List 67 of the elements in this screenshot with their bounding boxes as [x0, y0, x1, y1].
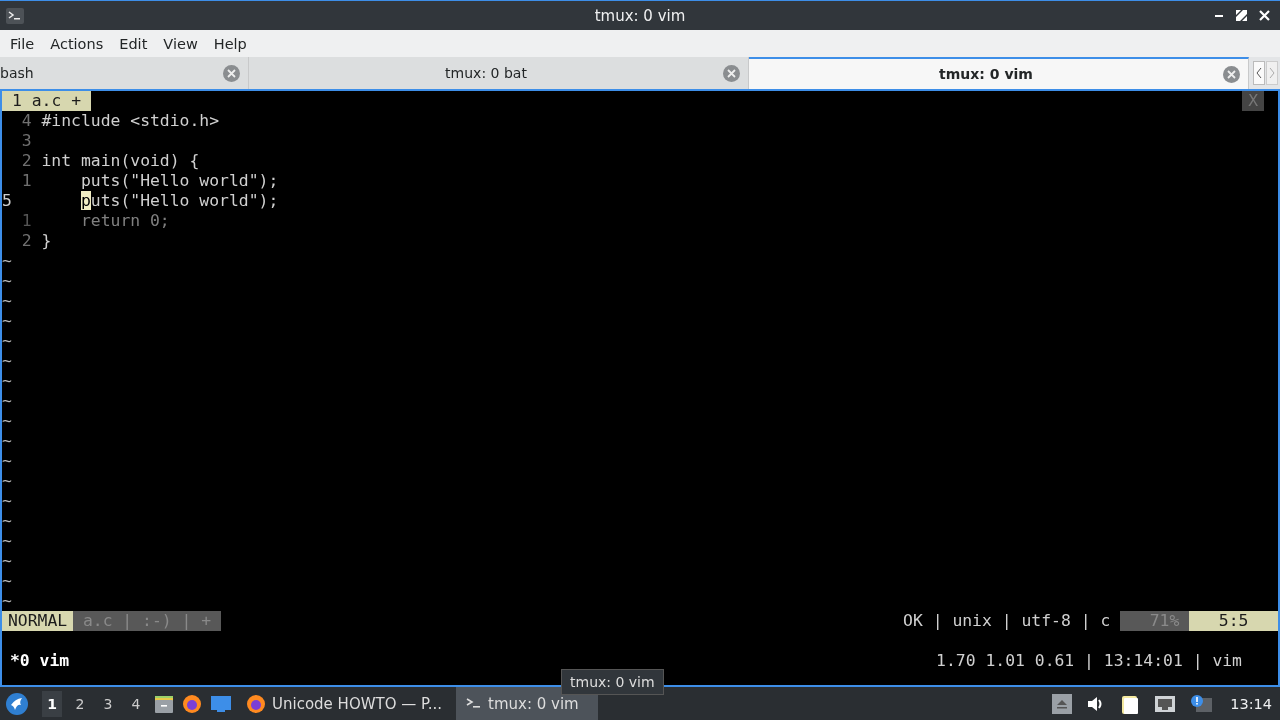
empty-line-marker: ~ [2, 451, 12, 471]
line-number: 1 [20, 171, 32, 191]
line-number: 2 [20, 151, 32, 171]
empty-line-marker: ~ [2, 471, 12, 491]
empty-line-marker: ~ [2, 391, 12, 411]
tmux-status: 1.70 1.01 0.61 | 13:14:01 | vim [936, 651, 1242, 671]
empty-line-marker: ~ [2, 431, 12, 451]
tmux-window-list: *0 vim [2, 651, 70, 671]
empty-line-marker: ~ [2, 491, 12, 511]
code-line: } [41, 231, 52, 251]
empty-line-marker: ~ [2, 571, 12, 591]
maximize-icon[interactable] [1236, 10, 1247, 21]
empty-line-marker: ~ [2, 351, 12, 371]
desktop-switcher[interactable]: 4 [126, 690, 146, 717]
line-number: 5 [2, 191, 13, 211]
desktop-switcher[interactable]: 1 [42, 690, 62, 717]
network-icon[interactable] [1154, 694, 1177, 713]
folder-icon[interactable] [154, 693, 174, 714]
menu-item[interactable]: File [2, 35, 43, 52]
empty-line-marker: ~ [2, 531, 12, 551]
code-line: int main(void) { [41, 151, 200, 171]
code-line: puts("Hello world"); [80, 191, 279, 211]
desktop-switcher[interactable]: 3 [98, 690, 118, 717]
mode-indicator: NORMAL [2, 611, 74, 631]
taskbar-button[interactable]: tmux: 0 vim [456, 687, 599, 720]
empty-line-marker: ~ [2, 331, 12, 351]
file-format-info: OK | unix | utf-8 | c [903, 611, 1111, 631]
terminal-tab[interactable]: bash [0, 57, 249, 89]
scroll-left-icon[interactable] [1253, 61, 1265, 85]
menu-item[interactable]: Help [205, 35, 255, 52]
eject-icon[interactable] [1052, 693, 1073, 714]
tooltip: tmux: 0 vim [561, 669, 664, 695]
browser-icon [246, 693, 266, 714]
empty-line-marker: ~ [2, 271, 12, 291]
empty-line-marker: ~ [2, 591, 12, 611]
close-icon[interactable] [1259, 10, 1270, 21]
empty-line-marker: ~ [2, 311, 12, 331]
browser-icon[interactable] [182, 693, 202, 714]
window-icon[interactable] [210, 693, 232, 714]
buffer-tab[interactable]: 1 a.c + [2, 91, 92, 111]
terminal-icon [6, 7, 24, 24]
empty-line-marker: ~ [2, 551, 12, 571]
clock: 13:14 [1230, 695, 1272, 712]
cursor-position: 5:5 [1189, 611, 1278, 631]
window-title: tmux: 0 vim [594, 6, 686, 25]
start-menu-icon[interactable] [6, 692, 28, 715]
terminal-icon [466, 697, 483, 710]
empty-line-marker: ~ [2, 511, 12, 531]
line-number: 2 [20, 231, 32, 251]
empty-line-marker: ~ [2, 291, 12, 311]
terminal-tab[interactable]: tmux: 0 bat [249, 57, 749, 89]
menu-item[interactable]: Edit [111, 35, 156, 52]
empty-line-marker: ~ [2, 371, 12, 391]
code-line: return 0; [79, 211, 170, 231]
empty-line-marker: ~ [2, 411, 12, 431]
line-number: 4 [20, 111, 32, 131]
terminal-tab[interactable]: tmux: 0 vim [749, 57, 1249, 89]
menu-item[interactable]: Actions [42, 35, 112, 52]
taskbar-button[interactable]: Unicode HOWTO — P... [240, 687, 449, 720]
code-line: puts("Hello world"); [79, 171, 279, 191]
code-line: #include <stdio.h> [41, 111, 220, 131]
empty-line-marker: ~ [2, 251, 12, 271]
line-number: 1 [20, 211, 32, 231]
desktop-switcher[interactable]: 2 [70, 690, 90, 717]
menu-item[interactable]: View [155, 35, 206, 52]
notification-icon[interactable] [1190, 693, 1213, 714]
line-number: 3 [20, 131, 32, 151]
